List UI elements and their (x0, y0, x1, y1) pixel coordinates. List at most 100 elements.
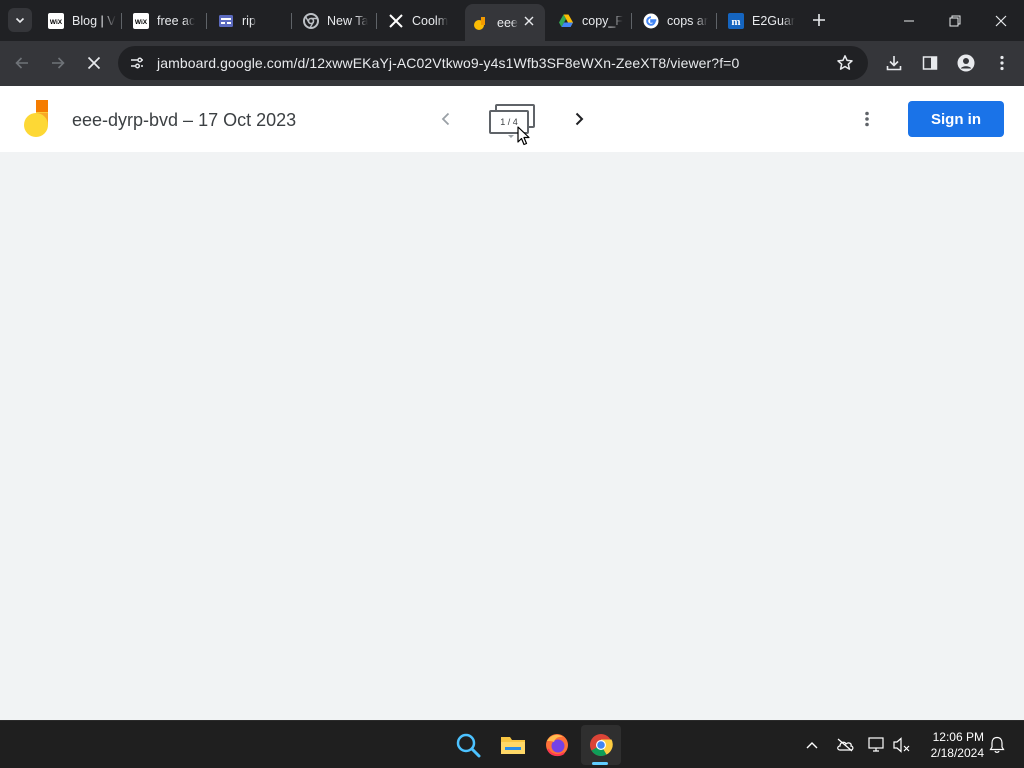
wix-icon: WiX (48, 12, 64, 29)
tab-new-tab[interactable]: New Ta (295, 4, 375, 37)
chevron-up-icon (806, 742, 818, 749)
avatar-icon (957, 54, 975, 72)
tab-separator (206, 13, 207, 29)
bookmark-star-icon[interactable] (836, 54, 854, 72)
tab-title: Blog | V (72, 13, 116, 28)
chrome-menu-button[interactable] (988, 49, 1016, 77)
caret-down-icon (508, 135, 514, 138)
minimize-button[interactable] (886, 0, 932, 41)
svg-text:WiX: WiX (135, 19, 148, 26)
new-tab-button[interactable] (808, 8, 830, 32)
wix-icon: WiX (133, 12, 149, 29)
taskbar-chrome-button[interactable] (581, 725, 621, 765)
browser-toolbar: jamboard.google.com/d/12xwwEKaYj-AC02Vtk… (0, 41, 1024, 86)
tab-jamboard-active[interactable]: eee (465, 4, 545, 41)
firefox-icon (546, 734, 568, 757)
network-tray-button[interactable] (867, 735, 887, 755)
chevron-right-icon (575, 112, 584, 126)
x-icon (388, 13, 404, 29)
windows-taskbar: 12:06 PM 2/18/2024 (0, 720, 1024, 768)
tab-title: rip (242, 13, 256, 28)
kebab-menu-icon (865, 111, 869, 127)
bell-icon (989, 736, 1005, 753)
address-bar[interactable]: jamboard.google.com/d/12xwwEKaYj-AC02Vtk… (118, 46, 868, 80)
tab-rip[interactable]: rip (210, 4, 290, 37)
tab-title: E2Guar (752, 13, 796, 28)
previous-frame-button[interactable] (434, 107, 458, 131)
tab-separator (716, 13, 717, 29)
active-app-indicator (592, 762, 608, 765)
jamboard-icon (473, 15, 489, 31)
volume-tray-button[interactable] (892, 735, 912, 755)
close-window-button[interactable] (978, 0, 1024, 41)
show-hidden-icons-button[interactable] (802, 735, 822, 755)
downloads-button[interactable] (880, 49, 908, 77)
tab-separator (291, 13, 292, 29)
jamboard-canvas[interactable] (0, 152, 1024, 720)
network-icon (868, 737, 884, 752)
taskbar-firefox-button[interactable] (537, 725, 577, 765)
tab-e2guardian[interactable]: m E2Guar (720, 4, 800, 37)
side-panel-button[interactable] (916, 49, 944, 77)
close-icon (995, 15, 1007, 26)
minimize-icon (904, 20, 914, 21)
system-clock[interactable]: 12:06 PM 2/18/2024 (918, 729, 984, 761)
back-button[interactable] (8, 49, 36, 77)
sign-in-button[interactable]: Sign in (908, 101, 1004, 137)
download-icon (886, 56, 902, 71)
tab-search-button[interactable] (8, 8, 32, 32)
more-options-button[interactable] (855, 107, 879, 131)
jamboard-logo (24, 100, 48, 137)
mouse-pointer-icon (517, 126, 530, 146)
next-frame-button[interactable] (567, 107, 591, 131)
taskbar-file-explorer-button[interactable] (493, 725, 533, 765)
m-icon: m (728, 12, 744, 29)
tab-title: eee (497, 15, 518, 30)
site-settings-icon[interactable] (128, 54, 146, 72)
plus-icon (813, 14, 825, 26)
file-explorer-icon (501, 737, 525, 754)
clock-time: 12:06 PM (932, 730, 984, 744)
cloud-offline-icon (837, 738, 854, 752)
forward-button[interactable] (44, 49, 72, 77)
tab-coolmath[interactable]: Coolm (380, 4, 460, 37)
side-panel-icon (922, 56, 938, 70)
chrome-icon (303, 12, 319, 29)
tab-cops-search[interactable]: cops ar (635, 4, 715, 37)
tab-blog[interactable]: WiX Blog | V (40, 4, 120, 37)
tab-free-ac[interactable]: WiX free ac (125, 4, 205, 37)
onedrive-tray-button[interactable] (835, 735, 855, 755)
google-icon (643, 13, 659, 29)
profile-button[interactable] (952, 49, 980, 77)
search-icon (456, 733, 481, 758)
volume-muted-icon (893, 737, 910, 753)
tab-title: free ac (157, 13, 196, 28)
document-title: eee-dyrp-bvd – 17 Oct 2023 (72, 110, 297, 130)
tab-separator (631, 13, 632, 29)
arrow-left-icon (15, 57, 28, 69)
tab-copy-drive[interactable]: copy_F (550, 4, 630, 37)
forms-icon (218, 13, 234, 29)
close-tab-icon[interactable] (521, 13, 537, 29)
tab-separator (121, 13, 122, 29)
chevron-left-icon (441, 112, 450, 126)
tab-separator (376, 13, 377, 29)
url-text[interactable]: jamboard.google.com/d/12xwwEKaYj-AC02Vtk… (157, 55, 739, 71)
tab-title: Coolm (412, 13, 449, 28)
restore-button[interactable] (932, 0, 978, 41)
close-icon (87, 56, 101, 70)
tab-title: cops ar (667, 13, 708, 28)
notifications-button[interactable] (987, 735, 1007, 755)
stop-loading-button[interactable] (80, 49, 108, 77)
drive-icon (558, 13, 574, 29)
clock-date: 2/18/2024 (930, 746, 984, 760)
jamboard-header: eee-dyrp-bvd – 17 Oct 2023 1 / 4 Sign in (0, 86, 1024, 152)
tab-strip: WiX Blog | V WiX free ac rip New Ta Cool… (0, 0, 1024, 41)
kebab-menu-icon (1000, 55, 1004, 71)
tab-title: copy_F (582, 13, 623, 28)
taskbar-search-button[interactable] (448, 725, 488, 765)
chevron-down-icon (15, 17, 25, 24)
arrow-right-icon (52, 57, 65, 69)
restore-icon (949, 15, 961, 26)
chrome-icon (590, 734, 613, 756)
